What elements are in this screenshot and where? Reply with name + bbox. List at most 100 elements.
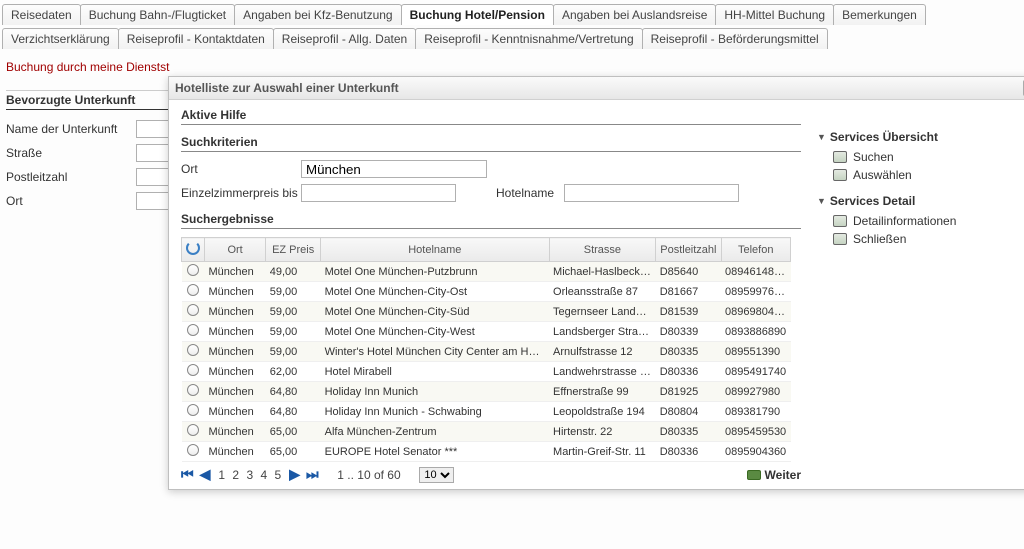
booking-by-service-link[interactable]: Buchung durch meine Dienstst bbox=[6, 60, 1018, 74]
tab-reiseprofil-bef-rderungsmittel[interactable]: Reiseprofil - Beförderungsmittel bbox=[642, 28, 828, 49]
radio-icon[interactable] bbox=[187, 264, 199, 276]
service-icon bbox=[833, 215, 847, 227]
weiter-button[interactable]: Weiter bbox=[747, 468, 801, 482]
row-radio[interactable] bbox=[182, 302, 205, 322]
tab-reiseprofil-kenntnisnahme-vertretung[interactable]: Reiseprofil - Kenntnisnahme/Vertretung bbox=[415, 28, 642, 49]
popup-title: Hotelliste zur Auswahl einer Unterkunft bbox=[175, 81, 399, 95]
input-zip[interactable] bbox=[136, 168, 172, 186]
radio-icon[interactable] bbox=[187, 444, 199, 456]
row-radio[interactable] bbox=[182, 442, 205, 462]
radio-icon[interactable] bbox=[187, 404, 199, 416]
input-ort[interactable] bbox=[301, 160, 487, 178]
row-radio[interactable] bbox=[182, 362, 205, 382]
tab-reiseprofil-allg-daten[interactable]: Reiseprofil - Allg. Daten bbox=[273, 28, 416, 49]
tab-verzichtserkl-rung[interactable]: Verzichtserklärung bbox=[2, 28, 119, 49]
cell-ez: 62,00 bbox=[266, 362, 321, 382]
service-detail-detailinformationen[interactable]: Detailinformationen bbox=[817, 212, 1024, 230]
input-ez-price[interactable] bbox=[301, 184, 456, 202]
cell-name: Winter's Hotel München City Center am Ha… bbox=[321, 342, 549, 362]
service-overview-suchen[interactable]: Suchen bbox=[817, 148, 1024, 166]
pager-page[interactable]: 3 bbox=[244, 468, 255, 482]
input-accommodation-name[interactable] bbox=[136, 120, 172, 138]
cell-tel: 0895904360 bbox=[721, 442, 791, 462]
radio-icon[interactable] bbox=[187, 424, 199, 436]
radio-icon[interactable] bbox=[187, 284, 199, 296]
pager-page[interactable]: 4 bbox=[258, 468, 269, 482]
service-label: Suchen bbox=[853, 150, 894, 164]
table-row[interactable]: München59,00Winter's Hotel München City … bbox=[182, 342, 791, 362]
pager-first-icon[interactable]: ⏮ bbox=[181, 466, 194, 483]
pager-next-icon[interactable]: ▶ bbox=[289, 466, 300, 483]
table-row[interactable]: München64,80Holiday Inn MunichEffnerstra… bbox=[182, 382, 791, 402]
pager-page[interactable]: 5 bbox=[273, 468, 284, 482]
cell-str: Hirtenstr. 22 bbox=[549, 422, 656, 442]
row-radio[interactable] bbox=[182, 422, 205, 442]
radio-icon[interactable] bbox=[187, 304, 199, 316]
row-radio[interactable] bbox=[182, 282, 205, 302]
radio-icon[interactable] bbox=[187, 384, 199, 396]
tab-bemerkungen[interactable]: Bemerkungen bbox=[833, 4, 926, 25]
table-row[interactable]: München65,00EUROPE Hotel Senator ***Mart… bbox=[182, 442, 791, 462]
cell-plz: D80335 bbox=[656, 422, 721, 442]
radio-icon[interactable] bbox=[187, 364, 199, 376]
radio-icon[interactable] bbox=[187, 344, 199, 356]
cell-name: Alfa München-Zentrum bbox=[321, 422, 549, 442]
row-radio[interactable] bbox=[182, 382, 205, 402]
pager-prev-icon[interactable]: ◀ bbox=[200, 466, 211, 483]
cell-plz: D80336 bbox=[656, 442, 721, 462]
input-city[interactable] bbox=[136, 192, 172, 210]
service-overview-ausw-hlen[interactable]: Auswählen bbox=[817, 166, 1024, 184]
cell-ort: München bbox=[205, 262, 266, 282]
cell-str: Tegernseer Landstraße bbox=[549, 302, 656, 322]
services-overview-head[interactable]: Services Übersicht bbox=[817, 130, 1024, 144]
row-radio[interactable] bbox=[182, 322, 205, 342]
table-row[interactable]: München59,00Motel One München-City-WestL… bbox=[182, 322, 791, 342]
tab-reiseprofil-kontaktdaten[interactable]: Reiseprofil - Kontaktdaten bbox=[118, 28, 274, 49]
input-hotelname[interactable] bbox=[564, 184, 739, 202]
col-header bbox=[182, 238, 205, 262]
row-radio[interactable] bbox=[182, 262, 205, 282]
service-label: Auswählen bbox=[853, 168, 912, 182]
cell-ort: München bbox=[205, 362, 266, 382]
pager-page[interactable]: 1 bbox=[216, 468, 227, 482]
col-header: Ort bbox=[205, 238, 266, 262]
row-radio[interactable] bbox=[182, 402, 205, 422]
row-radio[interactable] bbox=[182, 342, 205, 362]
label-zip: Postleitzahl bbox=[6, 170, 136, 184]
tab-reisedaten[interactable]: Reisedaten bbox=[2, 4, 81, 25]
cell-str: Orleansstraße 87 bbox=[549, 282, 656, 302]
input-street[interactable] bbox=[136, 144, 172, 162]
tab-buchung-bahn-flugticket[interactable]: Buchung Bahn-/Flugticket bbox=[80, 4, 235, 25]
cell-plz: D80335 bbox=[656, 342, 721, 362]
cell-ez: 59,00 bbox=[266, 302, 321, 322]
table-row[interactable]: München59,00Motel One München-City-OstOr… bbox=[182, 282, 791, 302]
service-detail-schlie-en[interactable]: Schließen bbox=[817, 230, 1024, 248]
tab-angaben-bei-auslandsreise[interactable]: Angaben bei Auslandsreise bbox=[553, 4, 716, 25]
cell-tel: 089927980 bbox=[721, 382, 791, 402]
col-header: Strasse bbox=[549, 238, 656, 262]
cell-name: Motel One München-Putzbrunn bbox=[321, 262, 549, 282]
pager-page[interactable]: 2 bbox=[230, 468, 241, 482]
label-ort: Ort bbox=[181, 162, 301, 176]
label-accommodation-name: Name der Unterkunft bbox=[6, 122, 136, 136]
pager-pagesize[interactable]: 10 bbox=[419, 467, 454, 483]
table-row[interactable]: München59,00Motel One München-City-SüdTe… bbox=[182, 302, 791, 322]
table-row[interactable]: München64,80Holiday Inn Munich - Schwabi… bbox=[182, 402, 791, 422]
cell-ort: München bbox=[205, 322, 266, 342]
tab-angaben-bei-kfz-benutzung[interactable]: Angaben bei Kfz-Benutzung bbox=[234, 4, 401, 25]
tab-hh-mittel-buchung[interactable]: HH-Mittel Buchung bbox=[715, 4, 834, 25]
table-row[interactable]: München49,00Motel One München-PutzbrunnM… bbox=[182, 262, 791, 282]
hotel-list-popup: Hotelliste zur Auswahl einer Unterkunft … bbox=[168, 76, 1024, 490]
cell-str: Landsberger Straße 77 bbox=[549, 322, 656, 342]
tab-buchung-hotel-pension[interactable]: Buchung Hotel/Pension bbox=[401, 4, 554, 25]
services-detail-head[interactable]: Services Detail bbox=[817, 194, 1024, 208]
table-row[interactable]: München65,00Alfa München-ZentrumHirtenst… bbox=[182, 422, 791, 442]
weiter-icon bbox=[747, 470, 761, 480]
pager-last-icon[interactable]: ⏭ bbox=[306, 466, 319, 483]
cell-name: Holiday Inn Munich bbox=[321, 382, 549, 402]
tab-bar: ReisedatenBuchung Bahn-/FlugticketAngabe… bbox=[0, 0, 1024, 52]
radio-icon[interactable] bbox=[187, 324, 199, 336]
cell-name: Motel One München-City-Süd bbox=[321, 302, 549, 322]
refresh-icon[interactable] bbox=[186, 241, 200, 255]
table-row[interactable]: München62,00Hotel MirabellLandwehrstrass… bbox=[182, 362, 791, 382]
